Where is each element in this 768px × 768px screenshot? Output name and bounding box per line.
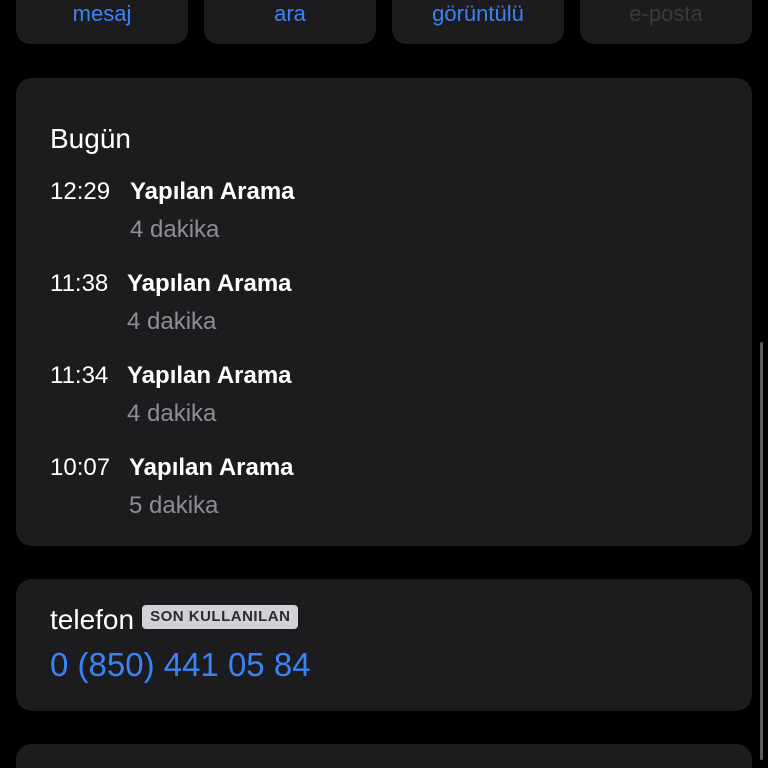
call-type: Yapılan Arama [127,362,292,389]
action-buttons-row: mesaj ara görüntülü e-posta [16,0,752,44]
call-time: 12:29 [50,178,111,205]
call-duration: 4 dakika [130,216,220,243]
scrollbar[interactable] [760,342,763,760]
call-time: 11:34 [50,362,109,389]
call-info: Yapılan Arama 5 dakika [129,454,294,520]
next-card[interactable] [16,744,752,768]
call-row: 10:07 Yapılan Arama 5 dakika [50,454,718,546]
contact-detail-screen: mesaj ara görüntülü e-posta Bugün 12:29 … [0,0,768,768]
call-type: Yapılan Arama [129,454,294,481]
call-info: Yapılan Arama 4 dakika [130,178,295,244]
recent-badge: SON KULLANILAN [142,605,299,629]
video-call-button-label: görüntülü [432,1,524,26]
recent-calls-title: Bugün [50,123,131,154]
call-time: 10:07 [50,454,111,481]
call-info: Yapılan Arama 4 dakika [127,362,292,428]
call-type: Yapılan Arama [127,270,292,297]
call-time: 11:38 [50,270,109,297]
call-duration: 5 dakika [129,492,219,519]
phone-number-link[interactable]: 0 (850) 441 05 84 [50,645,718,685]
message-button-label: mesaj [72,1,132,26]
phone-header: telefon SON KULLANILAN [50,603,718,637]
message-button[interactable]: mesaj [16,0,188,44]
call-row: 12:29 Yapılan Arama 4 dakika [50,178,718,270]
call-type: Yapılan Arama [130,178,295,205]
call-button-label: ara [274,1,306,26]
phone-label: telefon [50,604,135,635]
call-button[interactable]: ara [204,0,376,44]
call-info: Yapılan Arama 4 dakika [127,270,292,336]
call-duration: 4 dakika [127,400,217,427]
email-button-label: e-posta [629,1,703,26]
call-duration: 4 dakika [127,308,217,335]
video-call-button[interactable]: görüntülü [392,0,564,44]
call-row: 11:34 Yapılan Arama 4 dakika [50,362,718,454]
email-button: e-posta [580,0,752,44]
phone-card[interactable]: telefon SON KULLANILAN 0 (850) 441 05 84 [16,579,752,711]
recent-calls-card: Bugün 12:29 Yapılan Arama 4 dakika 11:38… [16,78,752,546]
call-row: 11:38 Yapılan Arama 4 dakika [50,270,718,362]
